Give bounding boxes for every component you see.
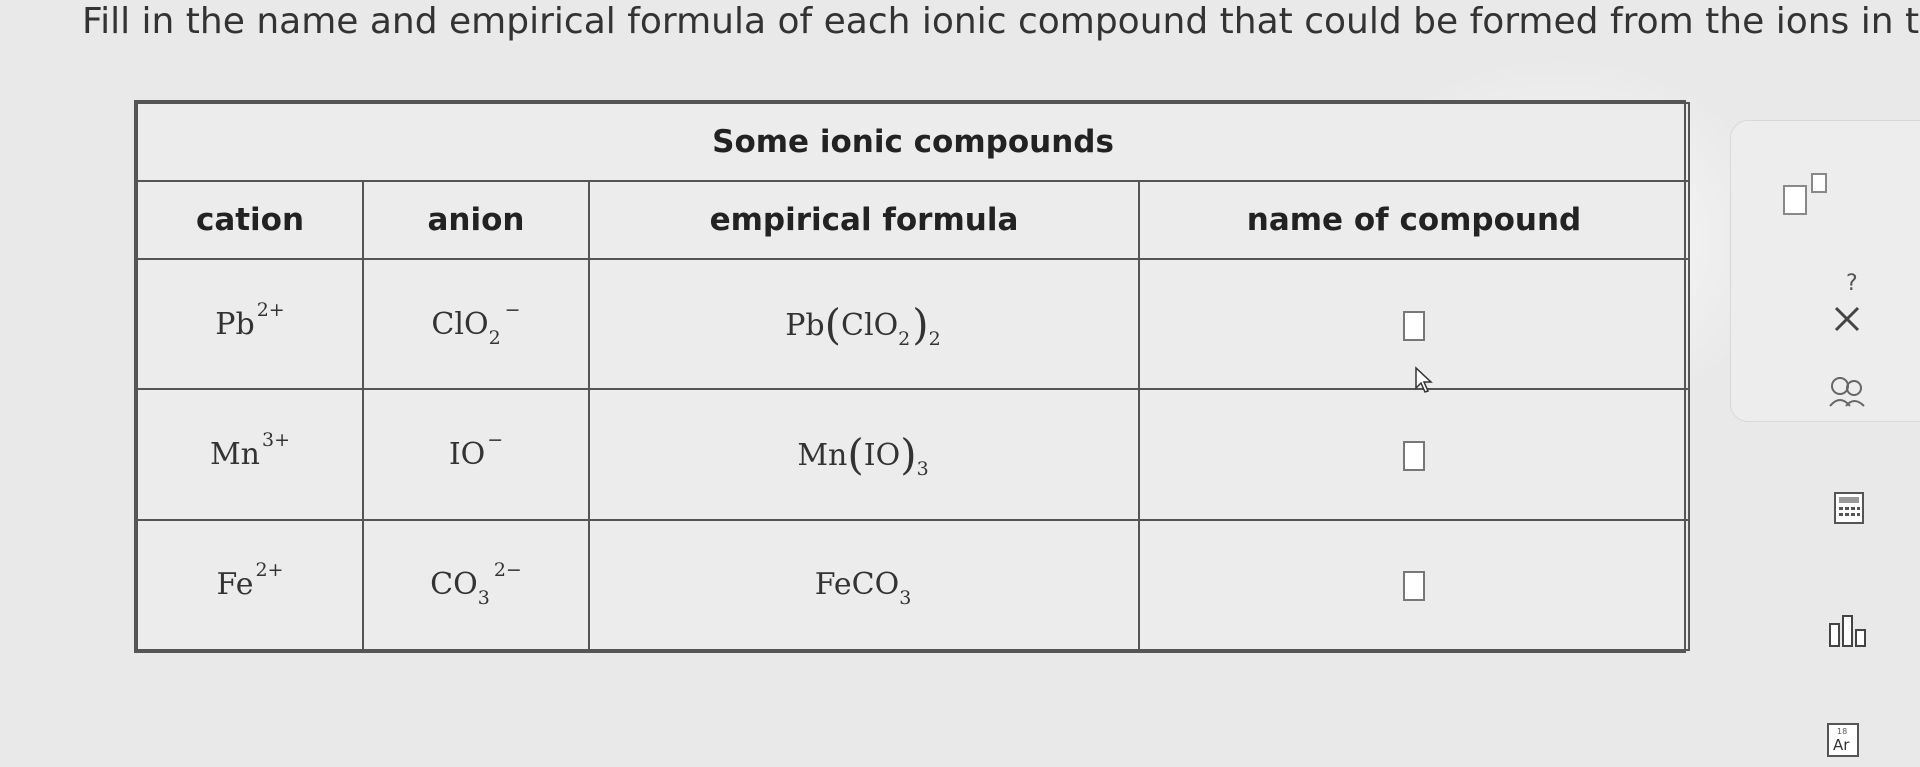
cation-cell: Pb 2+ [136, 257, 364, 391]
table-title: Some ionic compounds [135, 102, 1691, 182]
table-row: Fe 2+ CO32− FeCO3 [136, 518, 1691, 652]
cation-charge: 2+ [256, 298, 285, 321]
formula-subscript: 3 [916, 457, 929, 480]
anion-symbol: CO [430, 567, 478, 603]
formula-open-paren: ( [824, 299, 842, 349]
periodic-table-label: Ar [1833, 736, 1850, 754]
cation-charge: 3+ [262, 428, 291, 451]
periodic-table-icon[interactable]: 18 Ar [1826, 722, 1860, 758]
answer-tool-panel [1730, 120, 1920, 422]
x-clear-icon[interactable] [1830, 304, 1864, 334]
anion-charge: − [504, 298, 521, 321]
anion-subscript: 2 [488, 326, 501, 349]
undo-label: ? [1846, 271, 1858, 296]
formula-cell: Mn(IO)3 [588, 388, 1140, 521]
anion-cell: CO32− [362, 518, 590, 652]
ionic-compounds-table: Some ionic compounds cation anion empiri… [134, 100, 1691, 653]
compound-name-input[interactable] [1403, 310, 1426, 341]
formula-subscript: 2 [928, 327, 941, 350]
formula-ion-subscript: 2 [898, 327, 911, 350]
formula-cell: Pb(ClO2)2 [588, 257, 1140, 391]
cation-cell: Mn 3+ [136, 388, 364, 521]
formula-cation: Mn [797, 437, 848, 473]
cation-charge: 2+ [255, 559, 284, 582]
formula-subscript: 3 [899, 587, 912, 610]
table-row: Pb 2+ ClO2− Pb(ClO2)2 [136, 257, 1691, 391]
header-empirical-formula: empirical formula [588, 179, 1140, 260]
name-cell [1137, 518, 1691, 652]
mouse-pointer-icon [1415, 366, 1433, 393]
formula-text: FeCO [814, 567, 900, 603]
formula-close-paren: ) [900, 429, 917, 479]
anion-subscript: 3 [477, 587, 490, 610]
cation-symbol: Pb [215, 306, 255, 342]
compound-name-input[interactable] [1403, 571, 1426, 602]
formula-ion: ClO [841, 307, 899, 343]
data-chart-icon[interactable] [1826, 610, 1872, 650]
anion-charge: − [487, 428, 504, 451]
formula-ion: IO [863, 437, 901, 473]
anion-cell: ClO2− [362, 257, 590, 391]
header-name-of-compound: name of compound [1137, 179, 1691, 260]
formula-close-paren: ) [912, 299, 929, 349]
superscript-template-icon[interactable] [1780, 170, 1840, 220]
name-cell [1137, 388, 1691, 521]
periodic-table-number: 18 [1837, 727, 1847, 736]
compound-name-input[interactable] [1403, 440, 1426, 471]
anion-charge: 2− [493, 559, 522, 582]
anion-symbol: IO [448, 436, 486, 472]
calculator-icon[interactable] [1832, 490, 1866, 526]
explanation-icon[interactable] [1826, 372, 1870, 410]
cation-symbol: Mn [209, 436, 261, 472]
formula-cation: Pb [785, 307, 825, 343]
header-anion: anion [362, 179, 590, 260]
anion-cell: IO − [362, 388, 590, 521]
anion-symbol: ClO [431, 306, 489, 342]
header-cation: cation [136, 179, 364, 260]
formula-open-paren: ( [847, 429, 864, 479]
cation-symbol: Fe [216, 567, 254, 603]
cation-cell: Fe 2+ [136, 518, 364, 652]
table-row: Mn 3+ IO − Mn(IO)3 [136, 388, 1691, 521]
formula-cell: FeCO3 [588, 518, 1140, 652]
question-prompt: Fill in the name and empirical formula o… [82, 1, 1920, 42]
